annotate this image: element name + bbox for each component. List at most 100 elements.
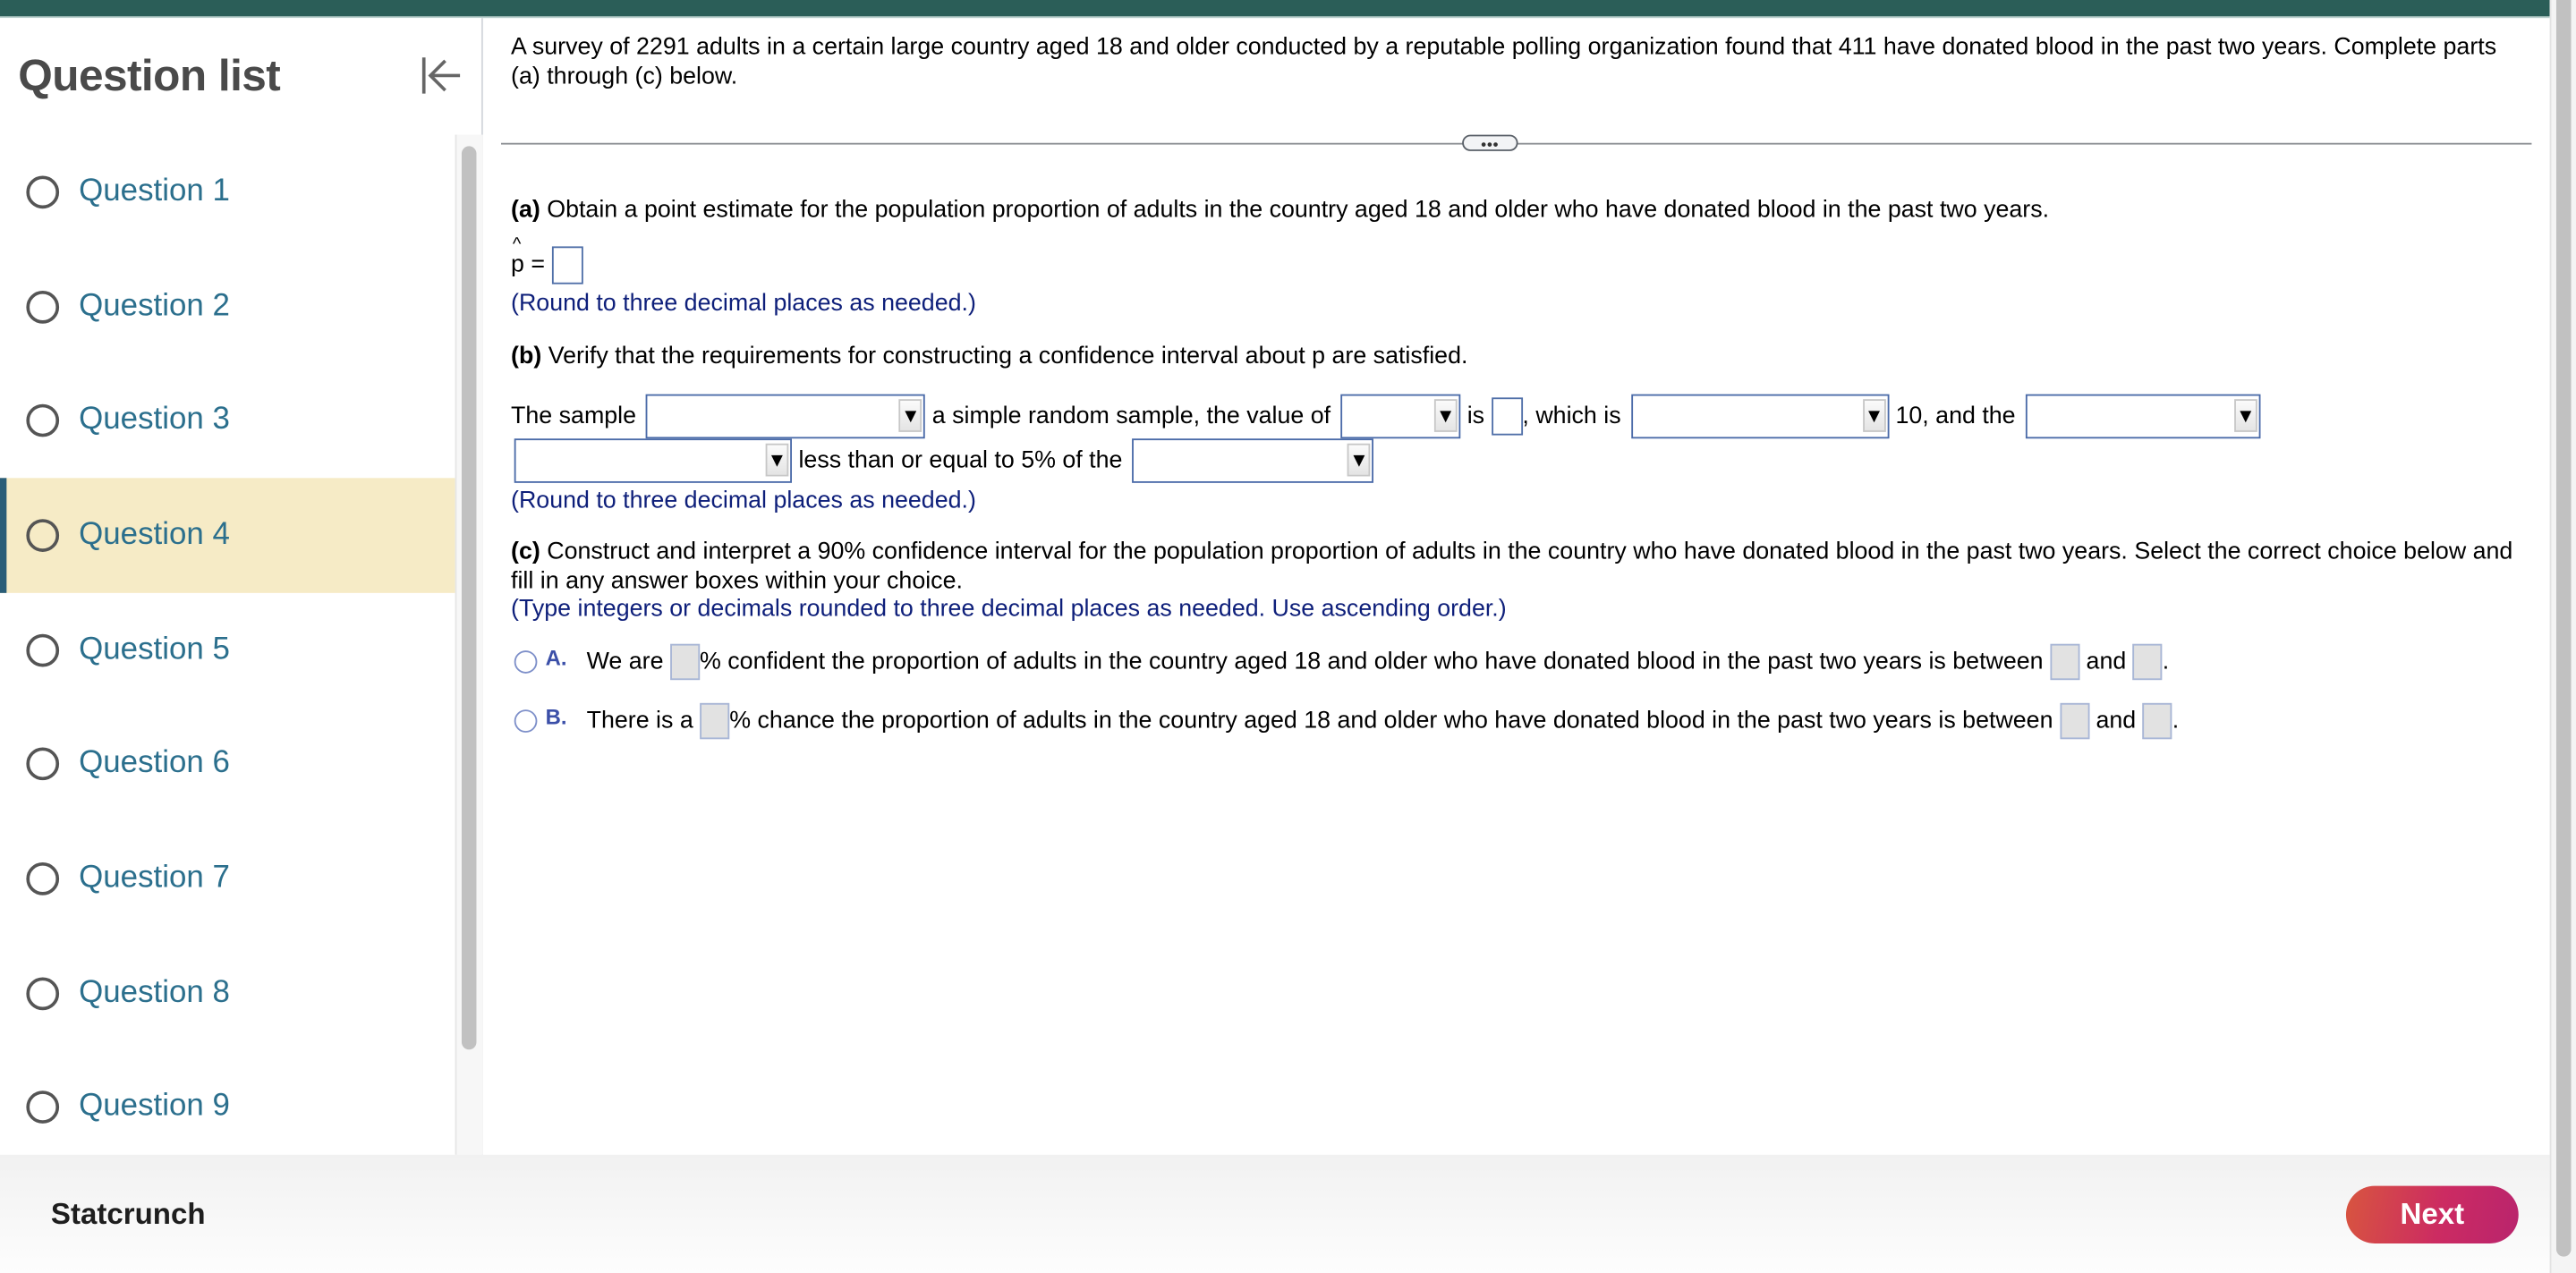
option-a-radio[interactable] xyxy=(514,650,538,674)
part-a-hint: (Round to three decimal places as needed… xyxy=(511,290,976,318)
option-b-and: and xyxy=(2096,708,2137,734)
option-a-and: and xyxy=(2086,649,2127,675)
is-isnot-dropdown[interactable]: ▼ xyxy=(514,438,793,483)
phat-symbol: p xyxy=(511,251,524,278)
collapse-left-icon xyxy=(421,57,461,94)
sidebar-title: Question list xyxy=(18,50,281,101)
status-circle-icon xyxy=(26,290,60,323)
option-a-upper-input[interactable] xyxy=(2132,643,2163,681)
status-circle-icon xyxy=(26,747,60,781)
sample-size-dropdown[interactable]: ▼ xyxy=(2025,394,2261,439)
status-circle-icon xyxy=(26,976,60,1010)
sample-is-dropdown[interactable]: ▼ xyxy=(646,394,926,439)
part-c-hint: (Type integers or decimals rounded to th… xyxy=(511,596,1507,623)
divider-handle[interactable]: ••• xyxy=(1462,134,1518,153)
part-a-prompt: (a) Obtain a point estimate for the popu… xyxy=(511,197,2049,225)
comparison-dropdown[interactable]: ▼ xyxy=(1630,394,1890,439)
equals-sign: = xyxy=(531,251,546,278)
collapse-sidebar-button[interactable] xyxy=(417,53,463,98)
status-circle-icon xyxy=(26,861,60,895)
sidebar-item-label: Question 8 xyxy=(79,975,230,1010)
sidebar-item-label: Question 5 xyxy=(79,632,230,666)
option-a-lower-input[interactable] xyxy=(2050,643,2080,681)
option-b-pre: There is a xyxy=(586,708,693,734)
status-circle-icon xyxy=(26,404,60,437)
sidebar-item-question-3[interactable]: Question 3 xyxy=(0,363,455,478)
dropdown-arrow-icon: ▼ xyxy=(898,399,922,432)
value-answer-input[interactable] xyxy=(1491,397,1523,436)
more-dots-icon: ••• xyxy=(1481,136,1500,153)
part-a-text: Obtain a point estimate for the populati… xyxy=(540,197,2050,224)
phat-answer-input[interactable] xyxy=(551,246,583,284)
sidebar-item-question-5[interactable]: Question 5 xyxy=(0,592,455,707)
question-list-sidebar: Question list Question 1 Question 2 Questi… xyxy=(0,18,483,1155)
option-b-mid: % chance the proportion of adults in the… xyxy=(729,708,2053,734)
sidebar-item-label: Question 1 xyxy=(79,174,230,208)
part-c-prompt: (c) Construct and interpret a 90% confid… xyxy=(511,539,2523,596)
sidebar-item-question-6[interactable]: Question 6 xyxy=(0,707,455,821)
sidebar-item-question-8[interactable]: Question 8 xyxy=(0,936,455,1050)
status-circle-icon xyxy=(26,175,60,208)
page-scrollbar[interactable] xyxy=(2549,0,2576,1273)
sidebar-scrollbar[interactable] xyxy=(455,134,483,1155)
dropdown-arrow-icon: ▼ xyxy=(1433,399,1458,432)
part-b-seg5: 10, and the xyxy=(1895,403,2016,430)
part-b-hint: (Round to three decimal places as needed… xyxy=(511,488,976,514)
option-a-letter: A. xyxy=(545,644,567,670)
sidebar-item-label: Question 6 xyxy=(79,746,230,781)
hat-symbol: ^ xyxy=(512,234,522,255)
sidebar-item-label: Question 4 xyxy=(79,517,230,552)
population-dropdown[interactable]: ▼ xyxy=(1132,438,1374,483)
part-c-text: Construct and interpret a 90% confidence… xyxy=(511,539,2513,594)
sidebar-item-question-4[interactable]: Question 4 xyxy=(0,478,455,593)
part-a-label: (a) xyxy=(511,197,540,224)
option-a-confidence-input[interactable] xyxy=(669,643,701,681)
sidebar-item-label: Question 3 xyxy=(79,403,230,437)
part-c-label: (c) xyxy=(511,539,540,565)
question-panel: A survey of 2291 adults in a certain lar… xyxy=(483,18,2550,1155)
page-scrollbar-thumb[interactable] xyxy=(2555,0,2572,1257)
footer-bar: Statcrunch Next xyxy=(0,1154,2550,1273)
option-a: A. We are % confident the proportion of … xyxy=(514,643,2170,681)
option-b-lower-input[interactable] xyxy=(2059,702,2090,740)
app-root: Question list Question 1 Question 2 Questi… xyxy=(0,0,2576,1273)
part-b-seg1: The sample xyxy=(511,403,637,430)
sidebar-item-label: Question 9 xyxy=(79,1089,230,1124)
sidebar-item-question-1[interactable]: Question 1 xyxy=(0,135,455,250)
option-a-end: . xyxy=(2162,649,2170,675)
part-b-seg3: is xyxy=(1467,403,1485,430)
part-b-text: Verify that the requirements for constru… xyxy=(541,343,1468,370)
sidebar-item-label: Question 2 xyxy=(79,288,230,323)
sidebar-item-label: Question 7 xyxy=(79,861,230,895)
option-b-radio[interactable] xyxy=(514,709,538,733)
question-intro: A survey of 2291 adults in a certain lar… xyxy=(511,34,2497,90)
part-b-seg4: , which is xyxy=(1522,403,1621,430)
next-button[interactable]: Next xyxy=(2345,1185,2519,1243)
dropdown-arrow-icon: ▼ xyxy=(765,443,789,477)
sidebar-item-question-9[interactable]: Question 9 xyxy=(0,1050,455,1165)
dropdown-arrow-icon: ▼ xyxy=(1862,399,1886,432)
option-a-mid: % confident the proportion of adults in … xyxy=(700,649,2044,675)
option-b-upper-input[interactable] xyxy=(2142,702,2172,740)
option-b-end: . xyxy=(2172,708,2180,734)
part-b-prompt: (b) Verify that the requirements for con… xyxy=(511,344,1467,372)
option-b-chance-input[interactable] xyxy=(700,702,730,740)
part-b-seg2: a simple random sample, the value of xyxy=(931,403,1331,430)
statcrunch-link[interactable]: Statcrunch xyxy=(51,1198,206,1233)
option-b: B. There is a % chance the proportion of… xyxy=(514,702,2180,740)
sidebar-item-question-2[interactable]: Question 2 xyxy=(0,250,455,364)
option-b-letter: B. xyxy=(545,703,567,729)
part-b-label: (b) xyxy=(511,343,542,370)
part-b-row-1: The sample ▼ a simple random sample, the… xyxy=(511,394,2261,439)
dropdown-arrow-icon: ▼ xyxy=(1348,443,1371,477)
part-b-seg6: less than or equal to 5% of the xyxy=(798,447,1123,474)
value-of-dropdown[interactable]: ▼ xyxy=(1340,394,1461,439)
sidebar-item-question-7[interactable]: Question 7 xyxy=(0,821,455,936)
sidebar-scrollbar-thumb[interactable] xyxy=(461,146,477,1050)
dropdown-arrow-icon: ▼ xyxy=(2233,399,2257,432)
top-bar xyxy=(0,0,2550,17)
status-circle-icon xyxy=(26,633,60,666)
part-b-row-2: ▼ less than or equal to 5% of the ▼ xyxy=(514,438,1374,483)
status-circle-icon xyxy=(26,1091,60,1124)
phat-equation: ^ p = xyxy=(511,235,583,284)
